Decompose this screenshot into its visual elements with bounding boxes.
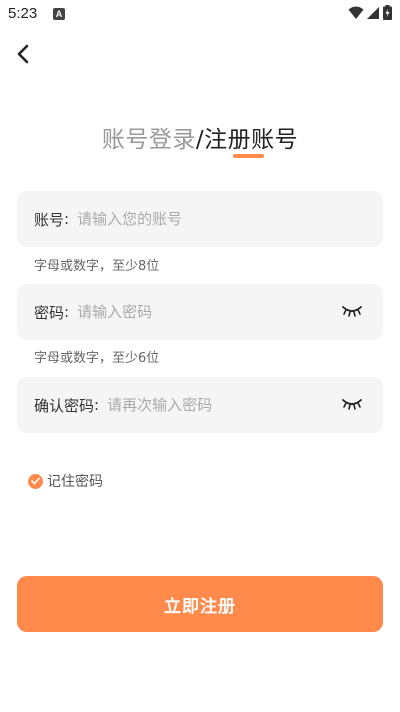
remember-password-label: 记住密码 [47, 474, 103, 490]
password-field[interactable]: 密码: [17, 284, 383, 340]
eye-closed-icon[interactable] [341, 303, 363, 319]
password-label: 密码 [34, 303, 65, 322]
password-input[interactable] [77, 303, 298, 321]
account-label-colon: : [64, 210, 70, 228]
cellular-signal-icon [367, 6, 379, 19]
password-label-colon: : [64, 303, 70, 321]
eye-closed-icon[interactable] [341, 396, 363, 412]
account-hint: 字母或数字，至少8位 [34, 259, 160, 274]
remember-password-checkbox[interactable]: 记住密码 [28, 471, 103, 491]
register-button[interactable]: 立即注册 [17, 576, 383, 632]
status-time: 5:23 [8, 5, 38, 22]
chevron-left-icon [17, 44, 29, 64]
back-button[interactable] [12, 40, 40, 68]
page-title: 账号登录/注册账号 [0, 120, 400, 154]
tab-register[interactable]: 注册账号 [204, 127, 298, 153]
confirm-password-field[interactable]: 确认密码: [17, 377, 383, 433]
account-input[interactable] [77, 210, 298, 228]
status-bar: 5:23 A [0, 0, 400, 28]
account-label: 账号 [34, 210, 65, 229]
confirm-password-label-colon: : [94, 396, 100, 414]
password-hint: 字母或数字，至少6位 [34, 351, 160, 366]
confirm-password-label: 确认密码 [34, 396, 95, 415]
account-field[interactable]: 账号: [17, 191, 383, 247]
notification-icon: A [53, 8, 65, 20]
active-tab-indicator [233, 154, 264, 158]
status-icons [348, 5, 392, 20]
checkmark-icon [28, 473, 43, 489]
confirm-password-input[interactable] [107, 396, 328, 414]
tab-login[interactable]: 账号登录 [102, 127, 196, 153]
battery-icon [383, 5, 392, 20]
wifi-icon [348, 6, 364, 19]
title-separator: / [195, 127, 205, 153]
